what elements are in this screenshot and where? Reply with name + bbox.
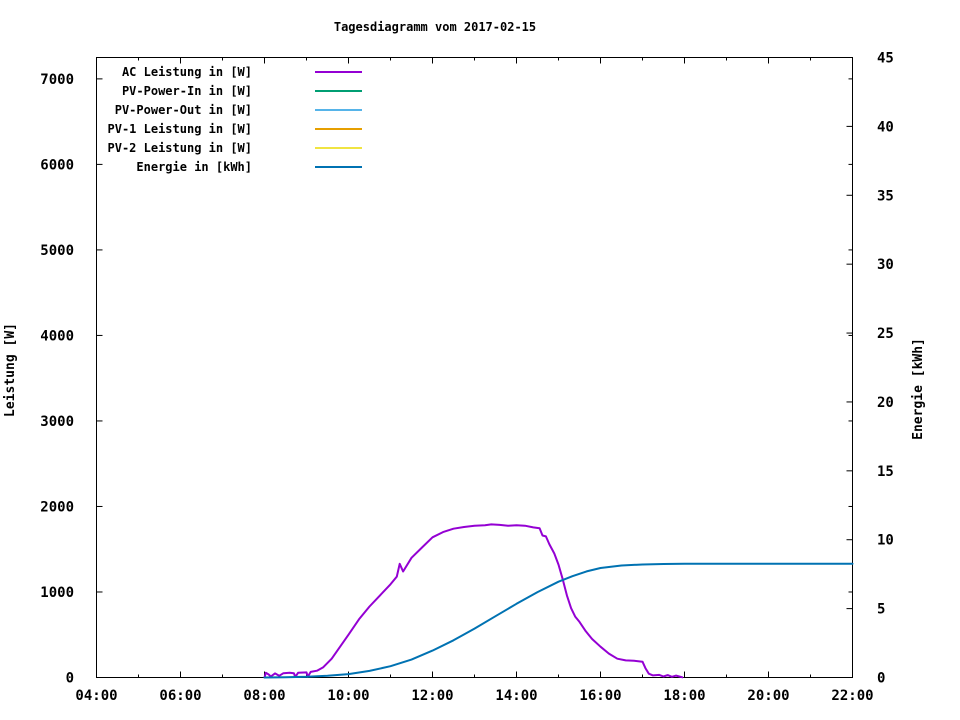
y1-tick-label: 2000 [40, 499, 74, 515]
y1-tick-label: 5000 [40, 243, 74, 259]
x-tick-label: 04:00 [75, 688, 117, 704]
x-tick-label: 06:00 [159, 688, 201, 704]
y2-tick-label: 40 [877, 119, 894, 135]
legend-label: PV-2 Leistung in [W] [108, 141, 253, 155]
y2-tick-label: 30 [877, 257, 894, 273]
y2-tick-label: 20 [877, 395, 894, 411]
y1-tick-label: 7000 [40, 72, 74, 88]
series-line-ac-leistung-in-w [263, 523, 684, 679]
y2-tick-label: 15 [877, 464, 894, 480]
y2-tick-label: 5 [877, 602, 885, 618]
y-right-axis-label: Energie [kWh] [911, 338, 926, 440]
y2-tick-label: 0 [877, 671, 885, 687]
y1-tick-label: 0 [66, 671, 74, 687]
legend-label: PV-1 Leistung in [W] [108, 122, 253, 136]
legend-label: Energie in [kWh] [136, 160, 252, 174]
x-tick-label: 14:00 [495, 688, 537, 704]
x-tick-label: 08:00 [243, 688, 285, 704]
legend-label: AC Leistung in [W] [122, 65, 252, 79]
y1-tick-label: 3000 [40, 414, 74, 430]
y1-tick-label: 4000 [40, 328, 74, 344]
legend-label: PV-Power-In in [W] [122, 84, 252, 98]
x-tick-label: 16:00 [579, 688, 621, 704]
y1-tick-label: 1000 [40, 585, 74, 601]
legend-label: PV-Power-Out in [W] [115, 103, 252, 117]
chart-screen: Tagesdiagramm vom 2017-02-15 Leistung [W… [0, 0, 960, 720]
plot-area: 04:00 06:00 08:00 10:00 12:00 14:00 16:00 18:00… [40, 51, 894, 705]
x-tick-label: 12:00 [411, 688, 453, 704]
tagesdiagramm-chart: Tagesdiagramm vom 2017-02-15 Leistung [W… [3, 20, 926, 705]
chart-title: Tagesdiagramm vom 2017-02-15 [334, 20, 536, 34]
y2-tick-label: 45 [877, 51, 894, 67]
y2-tick-label: 35 [877, 188, 894, 204]
x-tick-label: 22:00 [831, 688, 873, 704]
series-line-energie-in-kwh [263, 562, 854, 679]
y2-tick-label: 10 [877, 533, 894, 549]
y2-tick-label: 25 [877, 326, 894, 342]
y1-tick-label: 6000 [40, 157, 74, 173]
x-tick-label: 18:00 [663, 688, 705, 704]
x-tick-label: 20:00 [747, 688, 789, 704]
y-left-axis-label: Leistung [W] [3, 323, 18, 417]
x-tick-label: 10:00 [327, 688, 369, 704]
